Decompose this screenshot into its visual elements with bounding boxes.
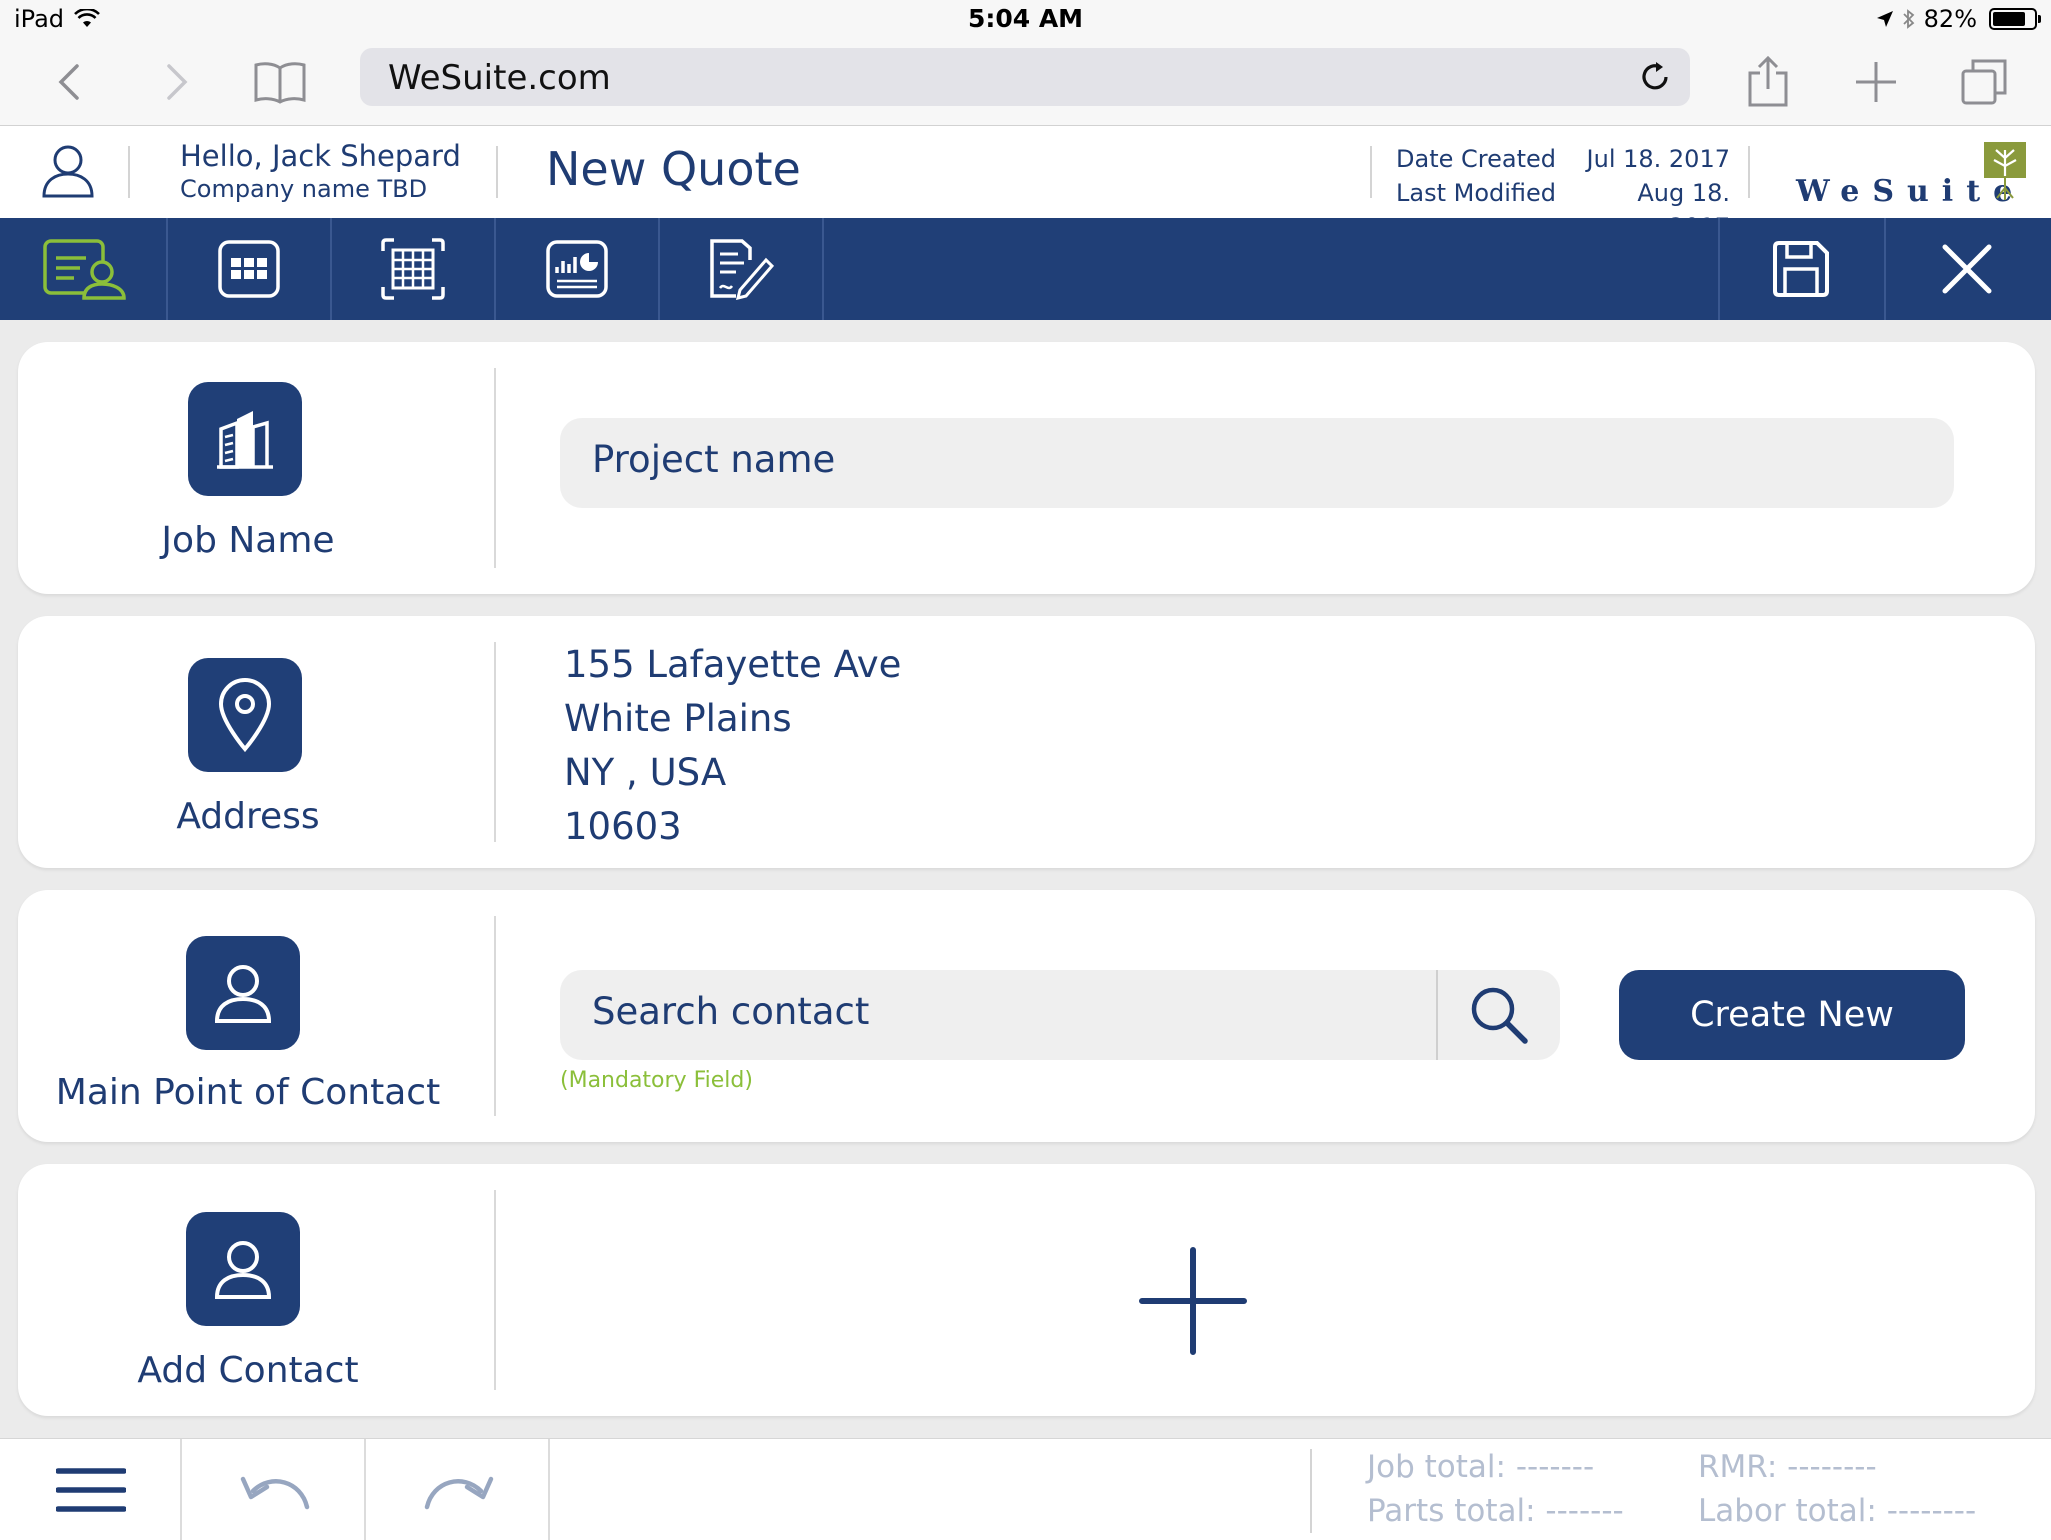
undo-button[interactable] xyxy=(186,1439,366,1540)
tree-logo-icon xyxy=(1984,142,2026,200)
last-modified-label: Last Modified xyxy=(1396,179,1557,207)
page-title: New Quote xyxy=(546,142,801,196)
address-label: Address xyxy=(176,796,320,837)
proposal-tab[interactable] xyxy=(660,218,824,320)
card-divider xyxy=(494,368,496,568)
create-new-contact-button[interactable]: Create New Contact xyxy=(1619,970,1965,1125)
add-contact-icon-box xyxy=(186,1212,300,1326)
search-contact-input[interactable]: Search contact xyxy=(560,970,1560,1060)
card-divider xyxy=(494,642,496,842)
card-divider xyxy=(494,1190,496,1390)
app-toolbar xyxy=(0,218,2051,320)
customer-info-icon xyxy=(43,239,126,300)
mandatory-field-note: (Mandatory Field) xyxy=(560,1068,753,1093)
user-greeting: Hello, Jack Shepard Company name TBD xyxy=(180,138,461,204)
project-name-placeholder: Project name xyxy=(592,438,836,481)
redo-button[interactable] xyxy=(370,1439,550,1540)
parts-total: Parts total: ------- xyxy=(1367,1493,1624,1529)
job-total: Job total: ------- xyxy=(1367,1449,1595,1485)
address-line-city: White Plains xyxy=(564,697,792,740)
add-contact-label: Add Contact xyxy=(137,1350,359,1391)
user-avatar-icon[interactable] xyxy=(38,140,98,200)
main-contact-card: Main Point of Contact Search contact (Ma… xyxy=(18,890,2035,1142)
date-labels: Date Created Last Modified xyxy=(1396,142,1556,210)
bookmarks-icon[interactable] xyxy=(250,52,310,112)
date-created-label: Date Created xyxy=(1396,145,1556,173)
hamburger-menu-icon xyxy=(56,1468,126,1512)
header-divider xyxy=(1748,146,1750,198)
main-contact-label: Main Point of Contact xyxy=(55,1072,441,1113)
labor-total: Labor total: -------- xyxy=(1698,1493,1977,1529)
battery-percent: 82% xyxy=(1923,5,1977,33)
address-line-street: 155 Lafayette Ave xyxy=(564,643,902,686)
reports-tab[interactable] xyxy=(496,218,660,320)
header-divider xyxy=(128,146,130,198)
add-contact-button[interactable] xyxy=(1138,1246,1248,1356)
person-icon xyxy=(214,965,272,1023)
footer-divider xyxy=(1310,1449,1312,1533)
address-line-state: NY , USA xyxy=(564,751,727,794)
tabs-icon[interactable] xyxy=(1954,52,2014,112)
location-arrow-icon xyxy=(1876,11,1893,27)
browser-toolbar: WeSuite.com xyxy=(0,40,2051,126)
search-contact-placeholder: Search contact xyxy=(592,990,870,1033)
address-text: 155 Lafayette Ave White Plains NY , USA … xyxy=(564,638,901,854)
add-contact-card: Add Contact xyxy=(18,1164,2035,1416)
save-button[interactable] xyxy=(1718,218,1882,320)
products-tab[interactable] xyxy=(168,218,332,320)
wesuite-logo: WeSuite xyxy=(1792,140,2037,210)
card-divider xyxy=(494,916,496,1116)
menu-button[interactable] xyxy=(2,1439,182,1540)
contact-icon-box xyxy=(186,936,300,1050)
header-divider xyxy=(1370,146,1372,198)
bottom-bar: Job total: ------- Parts total: ------- … xyxy=(0,1438,2051,1540)
new-tab-icon[interactable] xyxy=(1846,52,1906,112)
person-icon xyxy=(214,1241,272,1299)
building-icon xyxy=(217,411,273,469)
chart-icon xyxy=(546,240,608,298)
address-card: Address 155 Lafayette Ave White Plains N… xyxy=(18,616,2035,868)
undo-icon xyxy=(240,1476,310,1510)
clock: 5:04 AM xyxy=(967,4,1084,33)
grid-icon xyxy=(218,240,280,298)
date-created-value: Jul 18. 2017 xyxy=(1586,145,1730,173)
bluetooth-icon xyxy=(1903,9,1915,29)
project-name-input[interactable]: Project name xyxy=(560,418,1954,508)
header-divider xyxy=(496,146,498,198)
address-icon-box xyxy=(188,658,302,772)
status-bar: iPad 5:04 AM 82% xyxy=(0,0,2051,40)
search-button[interactable] xyxy=(1436,970,1560,1060)
address-line-zip: 10603 xyxy=(564,805,682,848)
share-icon[interactable] xyxy=(1738,52,1798,112)
rmr-total: RMR: -------- xyxy=(1698,1449,1877,1485)
reload-icon[interactable] xyxy=(1638,60,1672,94)
company-name: Company name TBD xyxy=(180,175,428,203)
url-text: WeSuite.com xyxy=(388,58,611,98)
table-icon xyxy=(381,238,445,300)
save-icon xyxy=(1773,241,1829,297)
address-bar[interactable]: WeSuite.com xyxy=(360,48,1690,106)
customer-info-tab[interactable] xyxy=(4,218,168,320)
close-icon xyxy=(1942,244,1992,294)
layout-tab[interactable] xyxy=(332,218,496,320)
close-button[interactable] xyxy=(1884,218,2048,320)
plus-icon xyxy=(1139,1247,1247,1355)
redo-icon xyxy=(424,1476,494,1510)
greeting-text: Hello, Jack Shepard xyxy=(180,139,461,173)
location-pin-icon xyxy=(218,678,272,753)
job-name-card: Job Name Project name xyxy=(18,342,2035,594)
battery-icon xyxy=(1989,8,2041,30)
search-icon xyxy=(1471,987,1528,1044)
forward-icon[interactable] xyxy=(146,52,206,112)
app-header: Hello, Jack Shepard Company name TBD New… xyxy=(0,126,2051,241)
job-name-label: Job Name xyxy=(161,520,335,561)
job-icon-box xyxy=(188,382,302,496)
back-icon[interactable] xyxy=(40,52,100,112)
signature-icon xyxy=(710,239,775,300)
